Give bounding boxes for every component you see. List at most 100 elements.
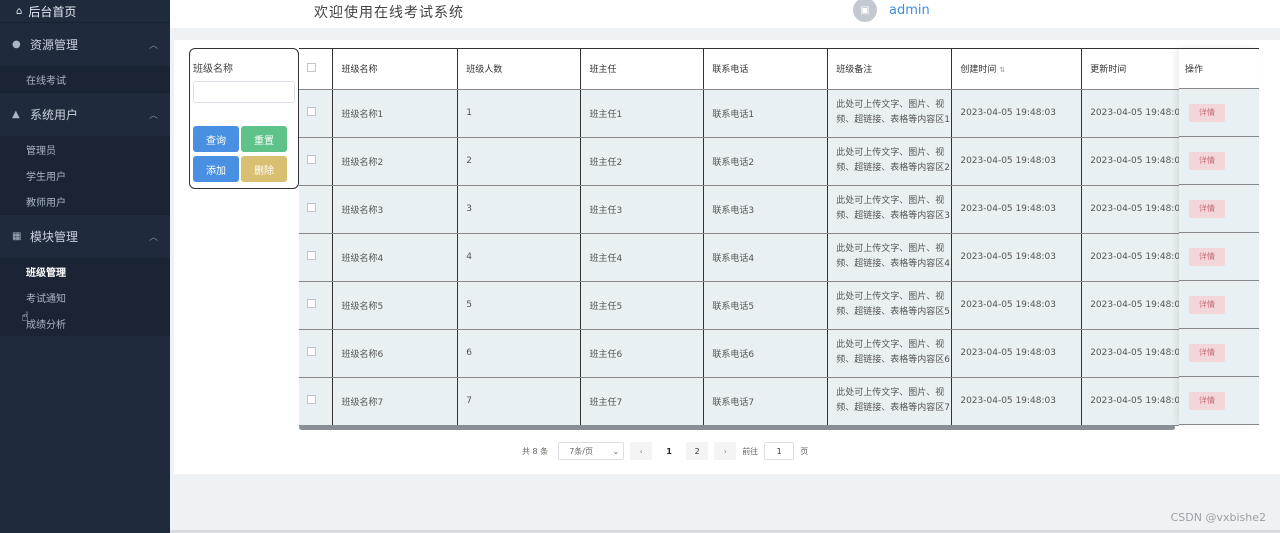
sidebar-submenu-resources: 在线考试 bbox=[0, 66, 170, 92]
row-checkbox[interactable] bbox=[307, 395, 316, 404]
detail-button[interactable]: 详情 bbox=[1189, 103, 1225, 122]
chevron-up-icon: ︿ bbox=[148, 41, 158, 51]
action-cell: 详情 bbox=[1179, 89, 1259, 137]
grid-icon: ▦ bbox=[12, 231, 22, 242]
column-header-count: 班级人数 bbox=[457, 49, 582, 90]
cell-phone: 联系电话6 bbox=[703, 329, 829, 378]
class-table: 班级名称 班级人数 班主任 联系电话 班级备注 创建时间 ⇅ 更新时间 班级名称1… bbox=[299, 48, 1259, 426]
cell-class-name: 班级名称5 bbox=[332, 281, 459, 330]
fixed-action-column: 操作 详情 详情 详情 详情 详情 详情 详情 bbox=[1179, 48, 1259, 426]
cell-created: 2023-04-05 19:48:03 bbox=[951, 89, 1083, 138]
next-page-button[interactable]: › bbox=[714, 442, 737, 460]
cell-created: 2023-04-05 19:48:03 bbox=[951, 281, 1083, 330]
action-cell: 详情 bbox=[1179, 233, 1259, 281]
column-header-name: 班级名称 bbox=[332, 49, 459, 90]
sidebar-group-label: 模块管理 bbox=[30, 230, 79, 244]
row-checkbox[interactable] bbox=[307, 203, 316, 212]
goto-label: 前往 bbox=[742, 446, 759, 456]
page-size-select[interactable]: 7条/页 ⌄ bbox=[558, 442, 625, 460]
table-horizontal-scrollbar[interactable] bbox=[299, 425, 1175, 430]
sidebar-item-online-exam[interactable]: 在线考试 bbox=[0, 66, 170, 92]
goto-page-input[interactable]: 1 bbox=[764, 442, 795, 460]
cell-remark: 此处可上传文字、图片、视频、超链接、表格等内容区5 bbox=[827, 281, 953, 330]
cell-class-count: 3 bbox=[457, 185, 582, 234]
prev-page-button[interactable]: ‹ bbox=[630, 442, 653, 460]
row-checkbox-cell bbox=[299, 281, 334, 330]
class-name-input[interactable] bbox=[193, 81, 295, 103]
delete-button[interactable]: 删除 bbox=[241, 156, 287, 182]
row-checkbox-cell bbox=[299, 329, 334, 378]
sidebar-group-label: 系统用户 bbox=[30, 108, 79, 122]
cell-class-count: 7 bbox=[457, 377, 582, 426]
cell-updated: 2023-04-05 19:48:03 bbox=[1081, 137, 1187, 186]
sidebar-item-teachers[interactable]: 教师用户 bbox=[0, 188, 170, 214]
detail-button[interactable]: 详情 bbox=[1189, 151, 1225, 170]
action-cell: 详情 bbox=[1179, 185, 1259, 233]
cell-phone: 联系电话2 bbox=[703, 137, 829, 186]
select-all-cell bbox=[299, 49, 334, 90]
sort-icon[interactable]: ⇅ bbox=[999, 66, 1005, 74]
sidebar-item-exam-notices[interactable]: 考试通知 bbox=[0, 284, 170, 310]
cell-teacher: 班主任7 bbox=[580, 377, 705, 426]
cell-updated: 2023-04-05 19:48:03 bbox=[1081, 233, 1187, 282]
cell-class-name: 班级名称1 bbox=[332, 89, 459, 138]
cell-class-count: 5 bbox=[457, 281, 582, 330]
location-pin-icon: ● bbox=[12, 39, 21, 50]
cell-remark: 此处可上传文字、图片、视频、超链接、表格等内容区6 bbox=[827, 329, 953, 378]
chevron-down-icon: ⌄ bbox=[612, 446, 620, 456]
page-button-2[interactable]: 2 bbox=[686, 442, 709, 460]
page-unit-label: 页 bbox=[800, 446, 809, 456]
row-checkbox[interactable] bbox=[307, 299, 316, 308]
cell-created: 2023-04-05 19:48:03 bbox=[951, 137, 1083, 186]
cell-teacher: 班主任3 bbox=[580, 185, 705, 234]
row-checkbox[interactable] bbox=[307, 107, 316, 116]
action-cell: 详情 bbox=[1179, 281, 1259, 329]
welcome-title: 欢迎使用在线考试系统 bbox=[314, 5, 464, 21]
sidebar-group-system-users[interactable]: ▲ 系统用户 ︿ bbox=[0, 92, 170, 136]
table-row: 班级名称7 7 班主任7 联系电话7 此处可上传文字、图片、视频、超链接、表格等内容区7… bbox=[299, 377, 1259, 426]
cell-class-name: 班级名称6 bbox=[332, 329, 459, 378]
sidebar-item-students[interactable]: 学生用户 bbox=[0, 162, 170, 188]
cell-created: 2023-04-05 19:48:03 bbox=[951, 233, 1083, 282]
reset-button[interactable]: 重置 bbox=[241, 126, 287, 152]
column-header-created[interactable]: 创建时间 ⇅ bbox=[951, 49, 1083, 90]
table-row: 班级名称2 2 班主任2 联系电话2 此处可上传文字、图片、视频、超链接、表格等内容区2… bbox=[299, 137, 1259, 186]
action-cell: 详情 bbox=[1179, 329, 1259, 377]
cell-phone: 联系电话7 bbox=[703, 377, 829, 426]
cell-teacher: 班主任2 bbox=[580, 137, 705, 186]
page-button-1[interactable]: 1 bbox=[658, 442, 681, 460]
cell-class-count: 6 bbox=[457, 329, 582, 378]
cell-class-count: 2 bbox=[457, 137, 582, 186]
row-checkbox[interactable] bbox=[307, 347, 316, 356]
table-row: 班级名称1 1 班主任1 联系电话1 此处可上传文字、图片、视频、超链接、表格等内容区1… bbox=[299, 89, 1259, 138]
add-button[interactable]: 添加 bbox=[193, 156, 239, 182]
pagination-total: 共 8 条 bbox=[522, 446, 549, 456]
row-checkbox[interactable] bbox=[307, 155, 316, 164]
username-link[interactable]: admin bbox=[889, 3, 930, 18]
sidebar-item-class-management[interactable]: 班级管理 bbox=[0, 258, 170, 284]
sidebar-item-admin[interactable]: 管理员 bbox=[0, 136, 170, 162]
sidebar-group-resources[interactable]: ● 资源管理 ︿ bbox=[0, 22, 170, 66]
detail-button[interactable]: 详情 bbox=[1189, 295, 1225, 314]
select-all-checkbox[interactable] bbox=[307, 62, 316, 72]
table-row: 班级名称5 5 班主任5 联系电话5 此处可上传文字、图片、视频、超链接、表格等内容区5… bbox=[299, 281, 1259, 330]
search-panel: 班级名称 查询 重置 添加 删除 bbox=[189, 48, 299, 189]
cell-remark: 此处可上传文字、图片、视频、超链接、表格等内容区3 bbox=[827, 185, 953, 234]
detail-button[interactable]: 详情 bbox=[1189, 391, 1225, 410]
sidebar-group-modules[interactable]: ▦ 模块管理 ︿ bbox=[0, 214, 170, 258]
detail-button[interactable]: 详情 bbox=[1189, 343, 1225, 362]
column-header-teacher: 班主任 bbox=[580, 49, 705, 90]
query-button[interactable]: 查询 bbox=[193, 126, 239, 152]
sidebar: ⌂ 后台首页 ● 资源管理 ︿ 在线考试 ▲ 系统用户 ︿ 管理员 学生用户 教… bbox=[0, 0, 170, 533]
row-checkbox[interactable] bbox=[307, 251, 316, 260]
detail-button[interactable]: 详情 bbox=[1189, 199, 1225, 218]
table-row: 班级名称4 4 班主任4 联系电话4 此处可上传文字、图片、视频、超链接、表格等内容区4… bbox=[299, 233, 1259, 282]
action-cell: 详情 bbox=[1179, 137, 1259, 185]
watermark: CSDN @vxbishe2 bbox=[1170, 511, 1266, 524]
detail-button[interactable]: 详情 bbox=[1189, 247, 1225, 266]
cell-phone: 联系电话1 bbox=[703, 89, 829, 138]
sidebar-home-link[interactable]: ⌂ 后台首页 bbox=[0, 0, 170, 22]
cell-teacher: 班主任4 bbox=[580, 233, 705, 282]
avatar[interactable]: ▣ bbox=[853, 0, 877, 22]
column-header-action: 操作 bbox=[1179, 49, 1259, 89]
